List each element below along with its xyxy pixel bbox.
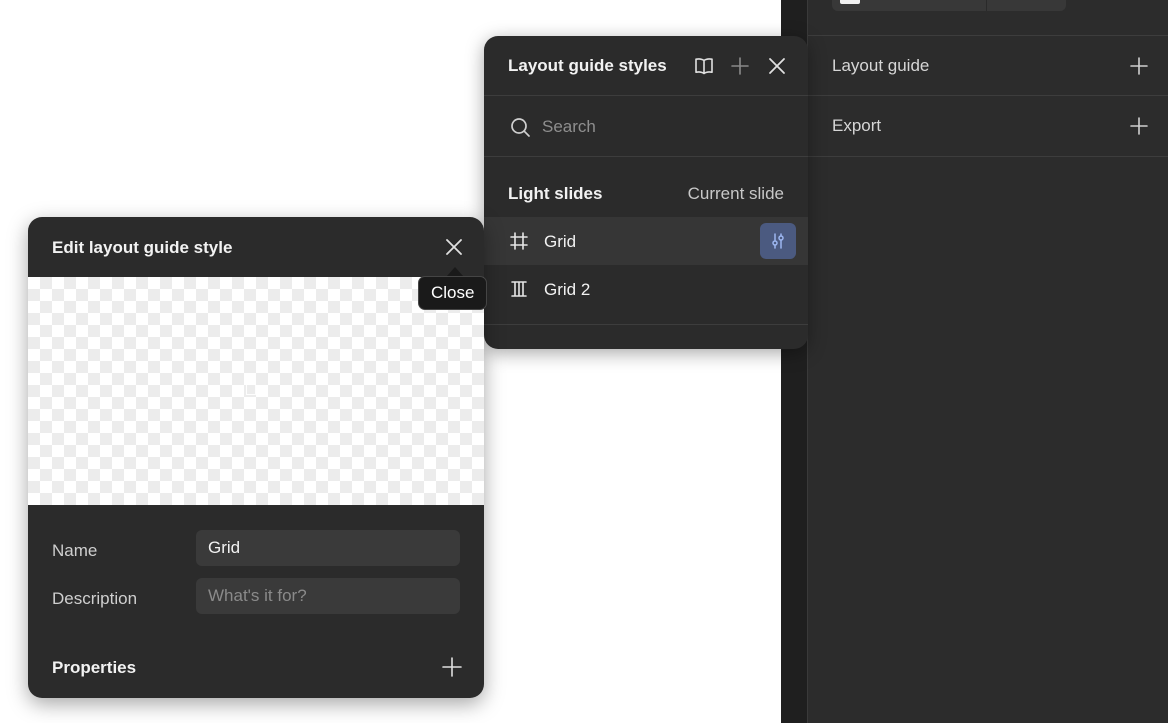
fill-control-separator [986, 0, 987, 11]
style-item-label: Grid 2 [544, 280, 591, 299]
sliders-icon [772, 233, 784, 249]
plus-icon[interactable] [1129, 56, 1149, 76]
name-input[interactable] [196, 530, 460, 566]
color-swatch[interactable] [840, 0, 860, 4]
edit-layout-guide-style-panel: Edit layout guide style Name Description… [28, 217, 484, 698]
name-label: Name [52, 541, 98, 560]
preview-marker [246, 383, 256, 395]
description-label: Description [52, 589, 138, 608]
search-icon [511, 118, 530, 137]
grid-icon [510, 232, 528, 250]
description-input[interactable] [196, 578, 460, 614]
book-icon[interactable] [693, 55, 715, 77]
popover-divider [484, 324, 808, 325]
style-item-grid[interactable]: Grid [484, 217, 808, 265]
popover-header: Layout guide styles [484, 36, 808, 96]
search-input[interactable] [542, 114, 782, 140]
style-section-header: Light slides Current slide [484, 157, 808, 217]
style-preview [28, 277, 484, 505]
layout-guide-row: Layout guide [808, 35, 1168, 96]
export-row: Export [808, 96, 1168, 157]
layout-guide-styles-popover: Layout guide styles Light slides Current… [484, 36, 808, 349]
section-title: Light slides [508, 184, 603, 203]
style-item-label: Grid [544, 232, 577, 251]
edit-style-button[interactable] [760, 223, 796, 259]
properties-panel: Layout guide Export [807, 0, 1168, 723]
properties-title: Properties [52, 658, 137, 677]
edit-panel-title: Edit layout guide style [52, 238, 233, 257]
tooltip-arrow [447, 267, 463, 276]
current-slide-link[interactable]: Current slide [688, 184, 784, 204]
layout-guide-label: Layout guide [832, 55, 930, 75]
plus-icon[interactable] [1129, 116, 1149, 136]
fill-control[interactable] [832, 0, 1066, 11]
close-tooltip: Close [418, 276, 488, 310]
export-label: Export [832, 116, 882, 135]
close-icon[interactable] [443, 236, 465, 258]
close-icon[interactable] [766, 55, 788, 77]
popover-title: Layout guide styles [508, 56, 667, 75]
search-bar [484, 96, 808, 157]
columns-icon [511, 281, 527, 297]
plus-icon[interactable] [729, 55, 751, 77]
plus-icon[interactable] [441, 656, 463, 678]
style-item-grid-2[interactable]: Grid 2 [484, 265, 808, 313]
